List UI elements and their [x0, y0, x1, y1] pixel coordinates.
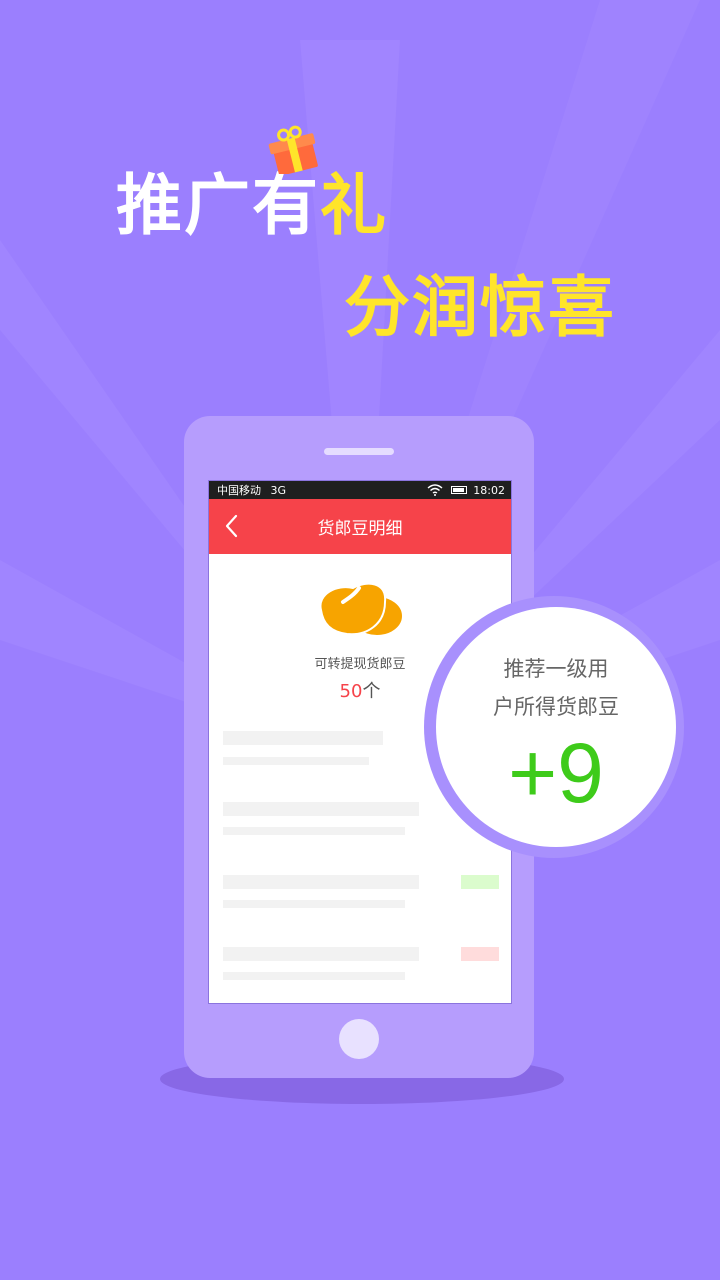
placeholder-line [223, 827, 405, 835]
network-label: 3G [270, 484, 287, 497]
reward-badge: 推荐一级用 户所得货郎豆 +9 [436, 607, 676, 847]
placeholder-tag-green [461, 875, 499, 889]
badge-text-line2: 户所得货郎豆 [493, 695, 619, 719]
carrier-label: 中国移动 [217, 484, 261, 497]
promo-headline-1-text: 推广有 [116, 167, 320, 244]
phone-speaker [324, 448, 394, 455]
badge-value: +9 [508, 726, 604, 820]
promo-headline-1-highlight: 礼 [320, 167, 388, 244]
wifi-icon [427, 484, 443, 496]
page-title: 货郎豆明细 [317, 519, 403, 539]
battery-icon [451, 486, 468, 494]
placeholder-tag-red [461, 947, 499, 961]
placeholder-line [223, 900, 405, 908]
placeholder-line [223, 972, 405, 980]
app-header: 货郎豆明细 [209, 499, 511, 554]
promo-headline-1: 推广有礼 [116, 152, 388, 248]
badge-text-line1: 推荐一级用 [503, 657, 609, 681]
placeholder-line [223, 875, 419, 889]
placeholder-line [223, 947, 419, 961]
status-bar: 中国移动 3G 18:02 [209, 481, 511, 499]
placeholder-line [223, 757, 369, 765]
bean-count-unit: 个 [362, 681, 381, 702]
promo-headline-2: 分润惊喜 [344, 269, 616, 346]
bean-icon [319, 582, 404, 637]
placeholder-line [223, 731, 383, 745]
back-arrow-icon[interactable] [221, 513, 243, 539]
bean-count-number: 50 [339, 681, 363, 702]
placeholder-line [223, 802, 419, 816]
clock-label: 18:02 [473, 483, 505, 497]
gift-icon [268, 125, 318, 174]
phone-home-button [339, 1019, 379, 1059]
